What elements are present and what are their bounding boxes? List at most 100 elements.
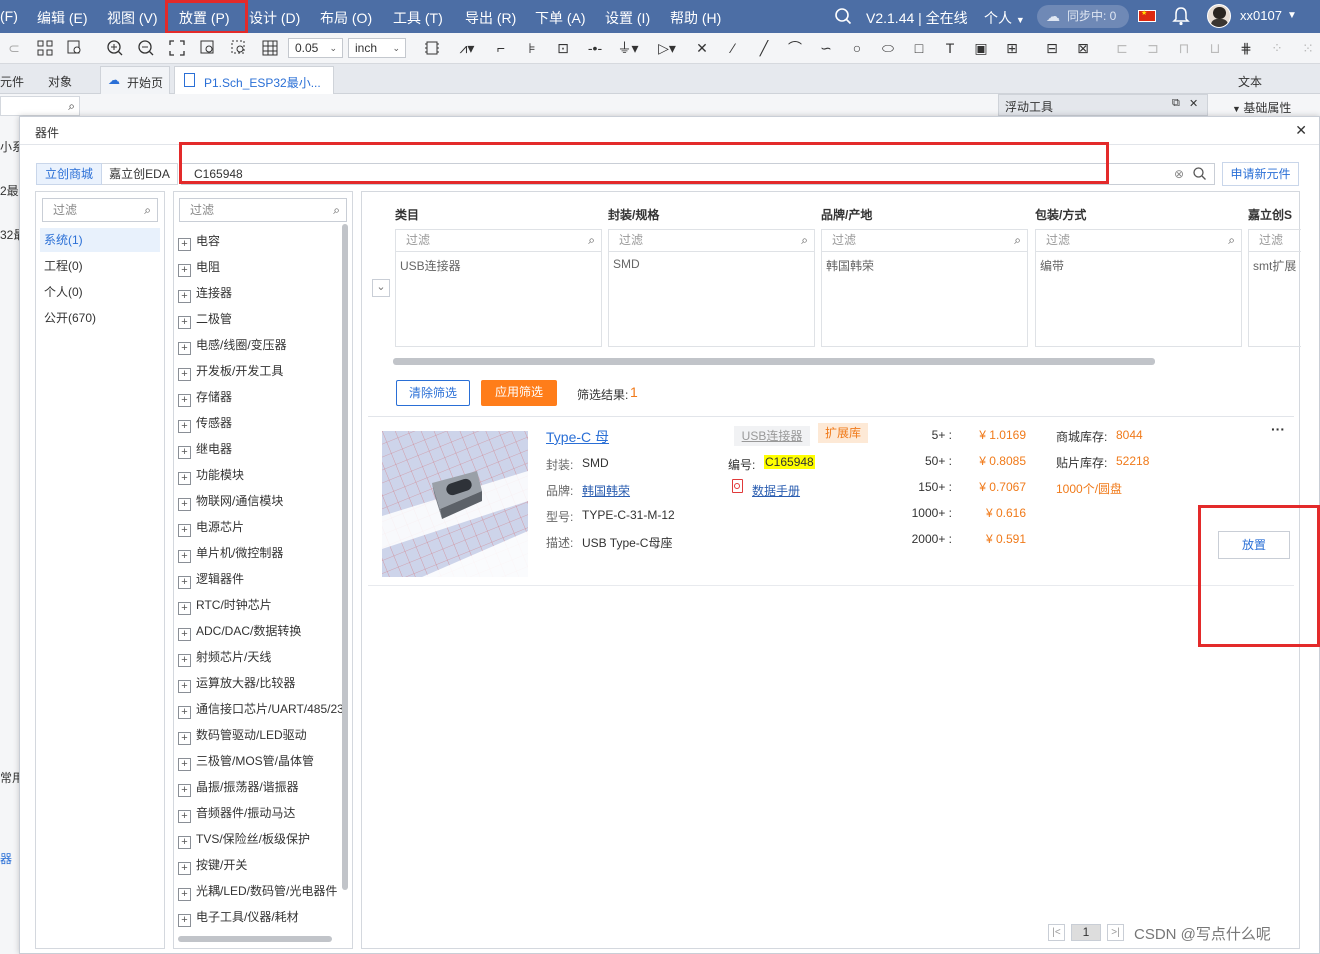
library-item-personal[interactable]: 个人(0) (40, 280, 83, 304)
tab-text[interactable]: 文本 (1238, 73, 1262, 90)
filter-column-input[interactable]: 过滤⌕ (609, 230, 814, 252)
brand-link[interactable]: 韩国韩荣 (582, 482, 630, 499)
bom-icon[interactable]: ⊟ (1040, 37, 1064, 59)
category-item[interactable]: + 连接器 (178, 284, 232, 303)
clear-input-icon[interactable]: ⊗ (1174, 164, 1184, 184)
menu-export[interactable]: 导出 (R) (465, 8, 516, 28)
category-item[interactable]: + 功能模块 (178, 466, 244, 485)
page-number[interactable]: 1 (1071, 924, 1101, 941)
no-connect-icon[interactable]: ✕ (690, 37, 714, 59)
fit-view-icon[interactable] (165, 37, 189, 59)
filter-column-input[interactable]: 过滤⌕ (396, 230, 601, 252)
expand-plus-icon[interactable]: + (178, 264, 191, 277)
menu-tools[interactable]: 工具 (T) (393, 8, 443, 28)
align-left-icon[interactable]: ⊏ (1110, 37, 1134, 59)
search-icon[interactable] (834, 7, 852, 25)
category-item[interactable]: + 音频器件/振动马达 (178, 804, 295, 823)
filter-option[interactable]: smt扩展 (1253, 257, 1296, 274)
expand-plus-icon[interactable]: + (178, 654, 191, 667)
ground-icon[interactable]: ⏚▾ (616, 37, 640, 59)
product-row[interactable]: Type-C 母 USB连接器 扩展库 封装: SMD 品牌: 韩国韩荣 型号:… (368, 418, 1294, 586)
category-item[interactable]: + 电子工具/仪器/耗材 (178, 908, 299, 927)
category-item[interactable]: + RTC/时钟芯片 (178, 596, 272, 615)
apply-filter-button[interactable]: 应用筛选 (481, 380, 557, 406)
apply-new-component-button[interactable]: 申请新元件 (1222, 162, 1299, 186)
filter-column-input[interactable]: 过滤⌕ (822, 230, 1027, 252)
category-item[interactable]: + ADC/DAC/数据转换 (178, 622, 301, 641)
align-top-icon[interactable]: ⊓ (1172, 37, 1196, 59)
tab-objects[interactable]: 对象 (48, 73, 72, 90)
expand-plus-icon[interactable]: + (178, 888, 191, 901)
first-page-icon[interactable]: |< (1048, 924, 1065, 941)
category-item[interactable]: + 二极管 (178, 310, 232, 329)
tab-components[interactable]: 元件 (0, 73, 24, 90)
category-hscrollbar[interactable] (178, 936, 332, 942)
category-item[interactable]: + TVS/保险丝/板级保护 (178, 830, 310, 849)
menu-order[interactable]: 下单 (A) (535, 8, 586, 28)
ellipse-icon[interactable]: ⬭ (876, 37, 900, 59)
expand-plus-icon[interactable]: + (178, 810, 191, 823)
category-item[interactable]: + 电感/线圈/变压器 (178, 336, 287, 355)
search-icon[interactable]: ⌕ (68, 99, 75, 114)
expand-plus-icon[interactable]: + (178, 524, 191, 537)
text-icon[interactable]: T (938, 37, 962, 59)
line-icon[interactable]: ╱ (752, 37, 776, 59)
bezier-icon[interactable]: ∽ (814, 37, 838, 59)
filter-option[interactable]: 韩国韩荣 (826, 257, 874, 274)
restore-icon[interactable]: ⧉ (1172, 97, 1180, 110)
category-item[interactable]: + 按键/开关 (178, 856, 247, 875)
expand-plus-icon[interactable]: + (178, 550, 191, 563)
port-icon[interactable]: ▷▾ (655, 37, 679, 59)
undo-icon[interactable]: ⊂ (2, 37, 26, 59)
filter-column-input[interactable]: 过滤⌕ (1249, 230, 1301, 252)
zoom-area-icon[interactable] (196, 37, 220, 59)
expand-plus-icon[interactable]: + (178, 498, 191, 511)
expand-plus-icon[interactable]: + (178, 784, 191, 797)
filter-column-input[interactable]: 过滤⌕ (1036, 230, 1241, 252)
place-button[interactable]: 放置 (1218, 531, 1290, 559)
library-item-public[interactable]: 公开(670) (40, 306, 96, 330)
expand-plus-icon[interactable]: + (178, 316, 191, 329)
tab-document[interactable]: P1.Sch_ESP32最小... (174, 66, 334, 94)
align-bottom-icon[interactable]: ⊔ (1203, 37, 1227, 59)
category-item[interactable]: + 开发板/开发工具 (178, 362, 283, 381)
more-options-icon[interactable]: ··· (1271, 421, 1285, 437)
grid-size-select[interactable]: 0.05 ⌄ (288, 38, 343, 58)
datasheet-link[interactable]: 数据手册 (752, 482, 800, 499)
category-item[interactable]: + 光耦/LED/数码管/光电器件 (178, 882, 337, 901)
flag-icon[interactable]: ★ (1138, 10, 1156, 22)
expand-plus-icon[interactable]: + (178, 472, 191, 485)
expand-plus-icon[interactable]: + (178, 238, 191, 251)
group-icon[interactable]: ⁘ (1265, 37, 1289, 59)
expand-plus-icon[interactable]: + (178, 836, 191, 849)
zoom-selection-icon[interactable] (227, 37, 251, 59)
filter-option[interactable]: SMD (613, 257, 640, 271)
clear-filter-button[interactable]: 清除筛选 (396, 380, 470, 406)
close-icon[interactable]: ✕ (1295, 122, 1307, 139)
category-item[interactable]: + 继电器 (178, 440, 232, 459)
category-item[interactable]: + 射频芯片/天线 (178, 648, 271, 667)
category-item[interactable]: + 电源芯片 (178, 518, 244, 537)
source-tab-lcsc[interactable]: 立创商城 (36, 163, 102, 185)
category-item[interactable]: + 通信接口芯片/UART/485/232 (178, 700, 342, 719)
filter-option[interactable]: USB连接器 (400, 257, 461, 274)
product-image[interactable] (382, 431, 528, 577)
category-item[interactable]: + 电容 (178, 232, 220, 251)
expand-plus-icon[interactable]: + (178, 758, 191, 771)
wire-icon[interactable]: ⌐ (489, 37, 513, 59)
expand-plus-icon[interactable]: + (178, 628, 191, 641)
category-item[interactable]: + 数码管驱动/LED驱动 (178, 726, 307, 745)
avatar[interactable] (1207, 4, 1231, 28)
junction-icon[interactable]: -•- (583, 37, 607, 59)
category-tag[interactable]: USB连接器 (734, 426, 810, 446)
expand-plus-icon[interactable]: + (178, 420, 191, 433)
filter-option[interactable]: 编带 (1040, 257, 1064, 274)
close-icon[interactable]: ✕ (1189, 97, 1198, 110)
menu-file[interactable]: (F) (0, 8, 18, 24)
category-scrollbar[interactable] (342, 224, 348, 890)
user-mode-select[interactable]: 个人 ▼ (984, 8, 1025, 28)
ungroup-icon[interactable]: ⁙ (1296, 37, 1320, 59)
last-page-icon[interactable]: >| (1107, 924, 1124, 941)
arc-icon[interactable]: ⌒ (783, 37, 807, 59)
category-item[interactable]: + 存储器 (178, 388, 232, 407)
